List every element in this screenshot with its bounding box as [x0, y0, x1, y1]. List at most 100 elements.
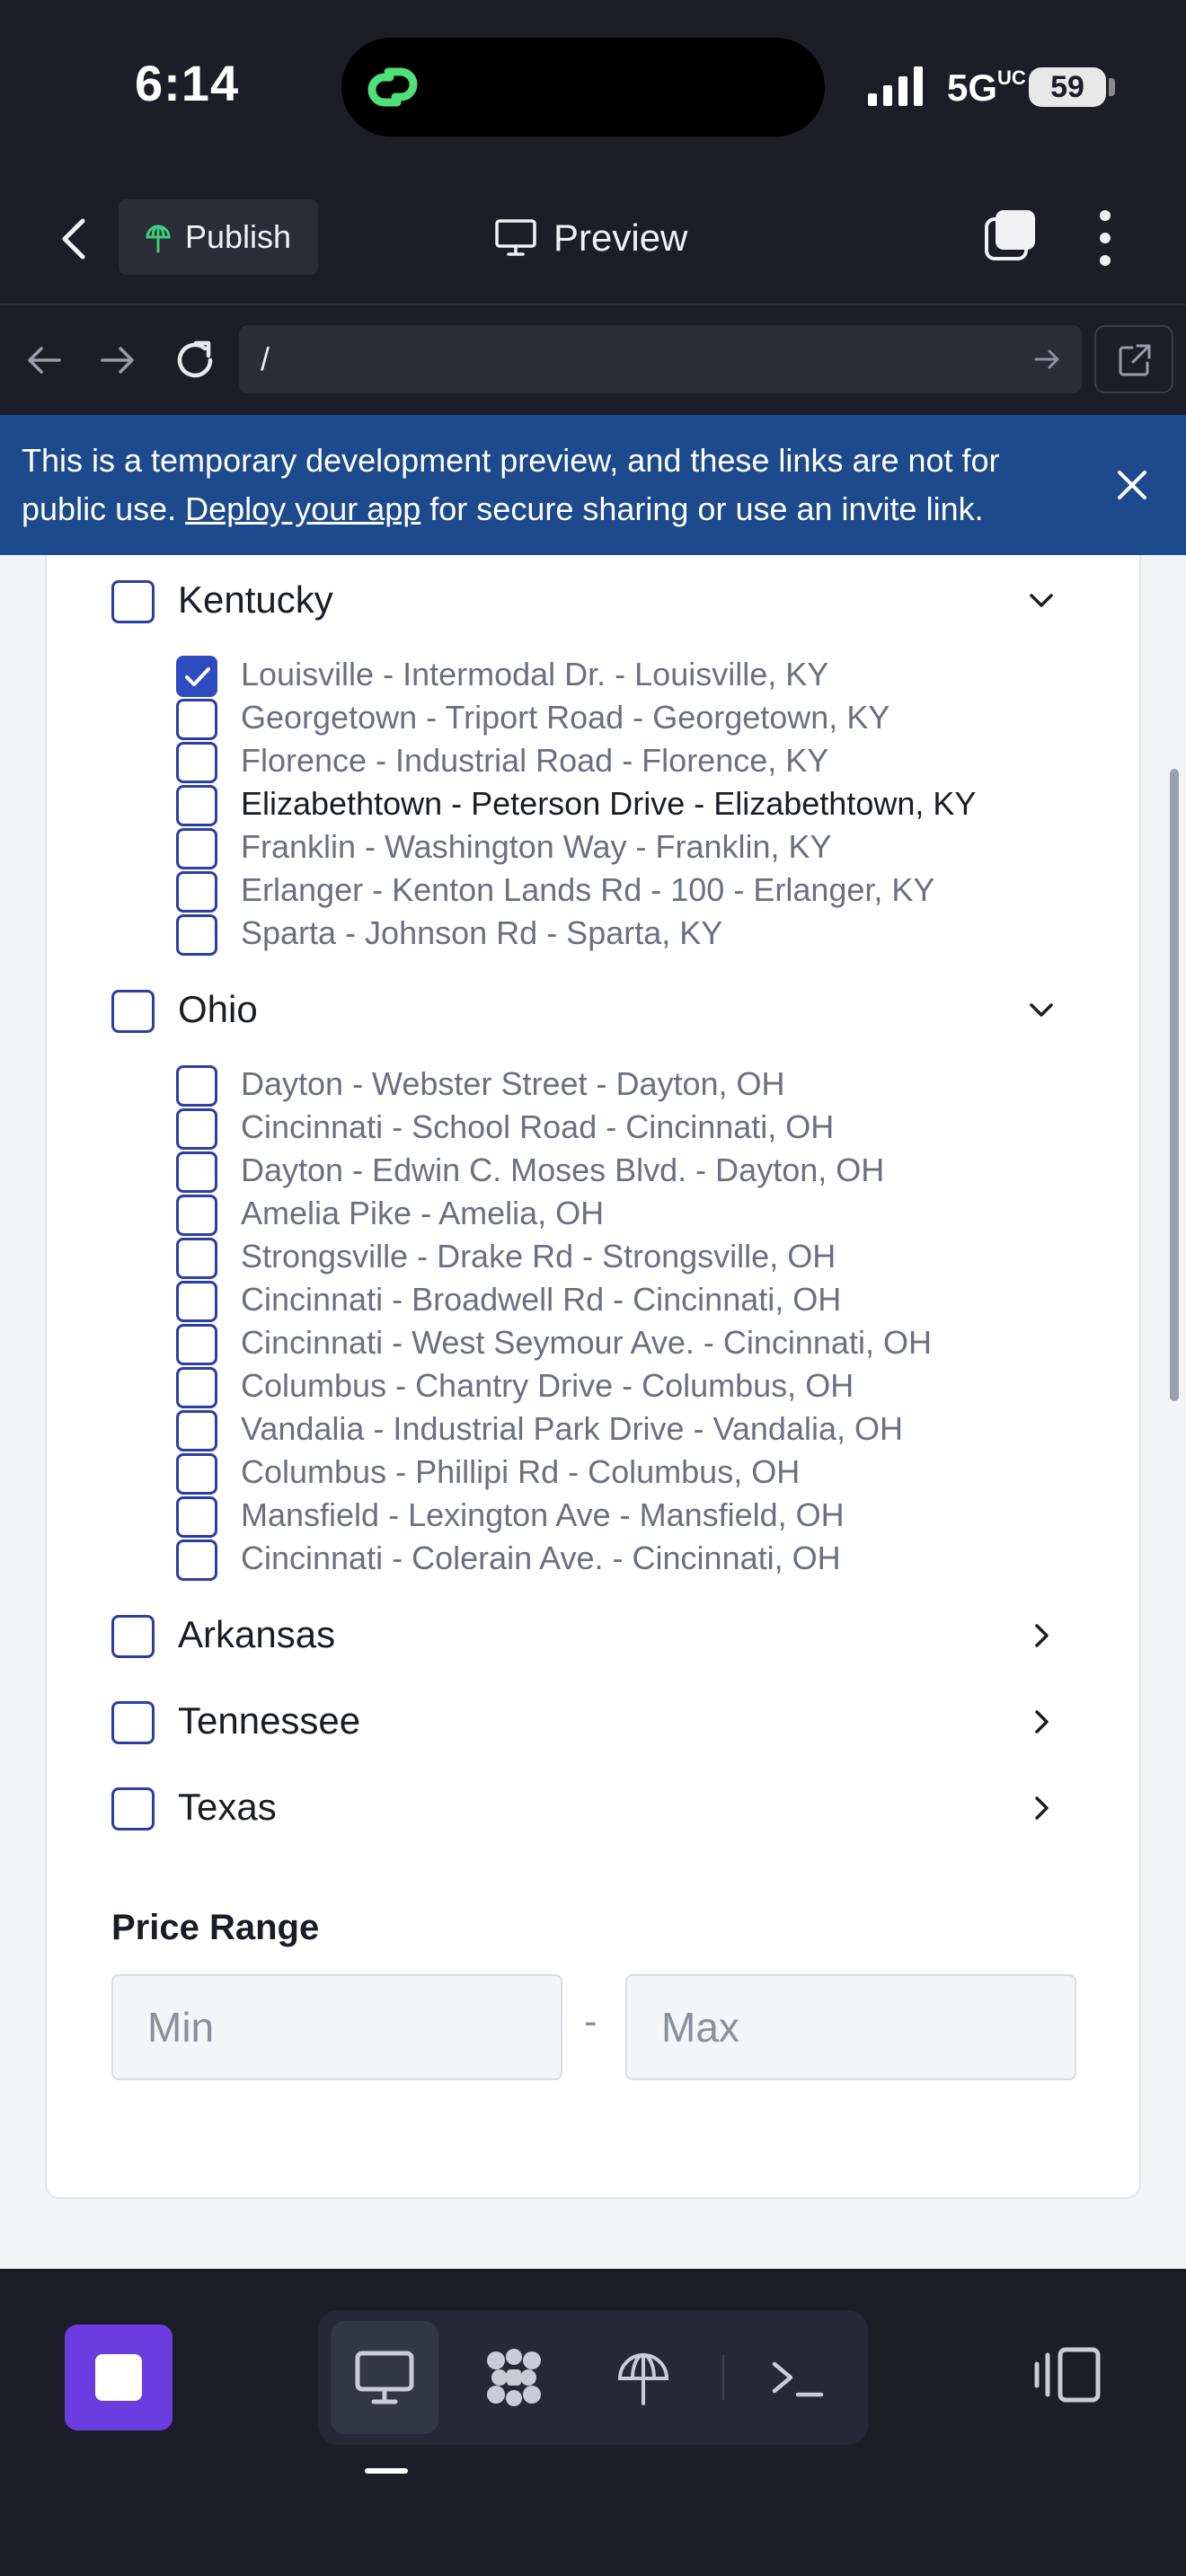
state-checkbox-kentucky[interactable] — [111, 580, 155, 623]
preview-warning-banner: This is a temporary development preview,… — [0, 415, 1186, 555]
location-checkbox[interactable] — [176, 656, 217, 697]
state-label-kentucky: Kentucky — [178, 578, 333, 621]
link-icon — [367, 67, 418, 107]
checkmark-icon — [185, 667, 210, 686]
location-label: Louisville - Intermodal Dr. - Louisville… — [241, 656, 829, 693]
location-checkbox[interactable] — [176, 828, 217, 869]
state-checkbox-arkansas[interactable] — [111, 1615, 155, 1658]
tabs-icon[interactable] — [983, 208, 1037, 262]
nav-forward-icon[interactable] — [99, 341, 137, 379]
network-suffix: UC — [997, 66, 1026, 89]
state-label-tennessee: Tennessee — [178, 1699, 361, 1742]
state-checkbox-ohio[interactable] — [111, 990, 155, 1033]
deploy-app-link[interactable]: Deploy your app — [185, 490, 420, 527]
publish-button[interactable]: Publish — [119, 199, 318, 275]
location-checkbox[interactable] — [176, 914, 217, 956]
page-content: Kentucky Louisville - Intermodal Dr. - L… — [0, 555, 1186, 2269]
cellular-signal-icon — [868, 66, 923, 106]
location-checkbox[interactable] — [176, 1453, 217, 1495]
price-separator: - — [584, 1999, 597, 2043]
location-checkbox[interactable] — [176, 1539, 217, 1581]
tool-group — [318, 2310, 868, 2445]
location-label: Columbus - Phillipi Rd - Columbus, OH — [241, 1453, 801, 1490]
location-checkbox[interactable] — [176, 871, 217, 913]
network-type: 5GUC — [947, 66, 1026, 110]
bottom-toolbar — [0, 2269, 1186, 2576]
app-header: Publish Preview — [0, 171, 1186, 305]
location-checkbox[interactable] — [176, 1324, 217, 1365]
scrollbar-thumb[interactable] — [1170, 769, 1179, 1401]
monitor-icon — [495, 219, 536, 256]
chevron-right-icon[interactable] — [1026, 1707, 1057, 1737]
state-checkbox-tennessee[interactable] — [111, 1701, 155, 1744]
location-label: Elizabethtown - Peterson Drive - Elizabe… — [241, 785, 977, 822]
url-bar: / — [0, 307, 1186, 415]
open-external-button[interactable] — [1094, 325, 1173, 393]
publish-icon — [617, 2353, 669, 2405]
location-label: Cincinnati - Broadwell Rd - Cincinnati, … — [241, 1281, 842, 1318]
battery-indicator: 59 — [1029, 67, 1106, 107]
chevron-right-icon[interactable] — [1026, 1793, 1057, 1823]
publish-tool-button[interactable] — [589, 2321, 697, 2434]
location-label: Dayton - Webster Street - Dayton, OH — [241, 1065, 785, 1102]
location-label: Erlanger - Kenton Lands Rd - 100 - Erlan… — [241, 871, 935, 908]
stop-button[interactable] — [65, 2325, 173, 2430]
chevron-right-icon[interactable] — [1026, 1620, 1057, 1651]
price-min-input[interactable]: Min — [111, 1974, 562, 2080]
back-arrow-icon[interactable] — [54, 216, 97, 262]
location-label: Mansfield - Lexington Ave - Mansfield, O… — [241, 1496, 845, 1533]
layout-toggle-icon[interactable] — [1033, 2346, 1102, 2404]
open-external-icon — [1119, 344, 1151, 376]
location-checkbox[interactable] — [176, 1238, 217, 1279]
workspace-icon — [487, 2349, 541, 2406]
reload-icon[interactable] — [173, 338, 217, 383]
location-label: Florence - Industrial Road - Florence, K… — [241, 742, 829, 779]
location-checkbox[interactable] — [176, 1496, 217, 1538]
publish-icon — [146, 225, 171, 253]
location-label: Cincinnati - West Seymour Ave. - Cincinn… — [241, 1324, 932, 1361]
url-go-icon[interactable] — [1033, 345, 1062, 374]
url-input[interactable]: / — [239, 325, 1082, 393]
publish-label: Publish — [185, 218, 292, 255]
location-checkbox[interactable] — [176, 785, 217, 826]
preview-title[interactable]: Preview — [494, 207, 687, 269]
desktop-tool-button[interactable] — [331, 2321, 438, 2434]
desktop-icon — [355, 2351, 414, 2404]
status-time: 6:14 — [135, 55, 240, 111]
location-checkbox[interactable] — [176, 1410, 217, 1451]
location-checkbox[interactable] — [176, 1108, 217, 1150]
status-bar: 6:14 5GUC 59 — [0, 0, 1186, 171]
chevron-down-icon[interactable] — [1026, 586, 1057, 616]
location-label: Sparta - Johnson Rd - Sparta, KY — [241, 914, 723, 951]
location-checkbox[interactable] — [176, 1065, 217, 1107]
location-checkbox[interactable] — [176, 1281, 217, 1322]
location-checkbox[interactable] — [176, 1151, 217, 1193]
terminal-icon — [772, 2361, 824, 2397]
preview-label: Preview — [553, 216, 688, 259]
network-label: 5G — [947, 66, 998, 109]
dynamic-island — [341, 38, 825, 137]
terminal-tool-button[interactable] — [744, 2321, 852, 2434]
location-checkbox[interactable] — [176, 742, 217, 783]
location-label: Cincinnati - School Road - Cincinnati, O… — [241, 1108, 835, 1145]
location-label: Dayton - Edwin C. Moses Blvd. - Dayton, … — [241, 1151, 885, 1188]
state-checkbox-texas[interactable] — [111, 1787, 155, 1831]
location-checkbox[interactable] — [176, 699, 217, 740]
state-label-texas: Texas — [178, 1786, 277, 1828]
location-label: Cincinnati - Colerain Ave. - Cincinnati,… — [241, 1539, 841, 1576]
chevron-down-icon[interactable] — [1026, 995, 1057, 1026]
price-range-title: Price Range — [111, 1908, 320, 1947]
state-label-ohio: Ohio — [178, 988, 258, 1030]
battery-tip — [1109, 78, 1115, 96]
location-checkbox[interactable] — [176, 1367, 217, 1408]
close-icon[interactable] — [1112, 465, 1152, 505]
workspace-tool-button[interactable] — [460, 2321, 568, 2434]
state-label-arkansas: Arkansas — [178, 1613, 336, 1655]
price-max-input[interactable]: Max — [625, 1974, 1076, 2080]
active-tool-indicator — [365, 2468, 408, 2474]
more-vertical-icon[interactable] — [1096, 208, 1114, 268]
location-label: Amelia Pike - Amelia, OH — [241, 1195, 605, 1231]
nav-back-icon[interactable] — [25, 341, 63, 379]
location-checkbox[interactable] — [176, 1195, 217, 1236]
location-label: Columbus - Chantry Drive - Columbus, OH — [241, 1367, 854, 1404]
